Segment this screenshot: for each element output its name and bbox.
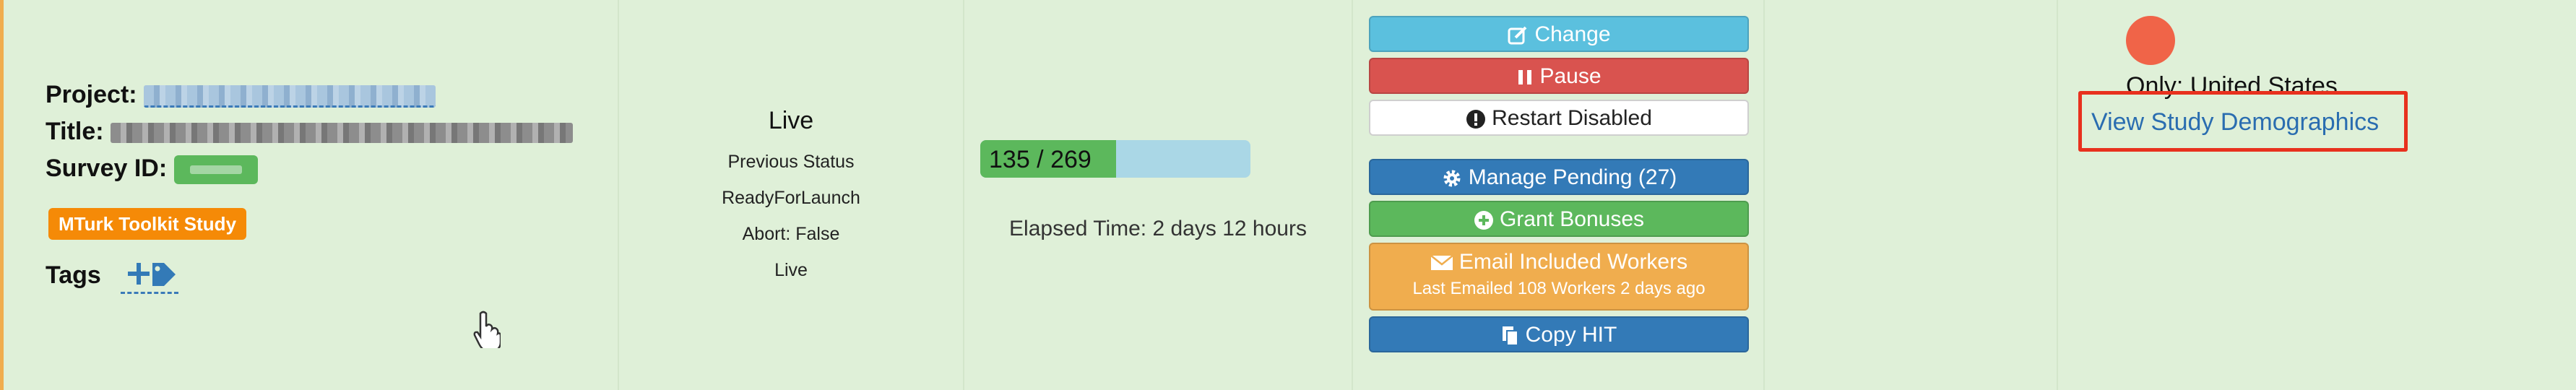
previous-status-label: Previous Status xyxy=(727,152,855,172)
project-label: Project: xyxy=(46,81,137,108)
grant-bonuses-button[interactable]: Grant Bonuses xyxy=(1369,201,1749,237)
title-value-redacted xyxy=(111,123,574,144)
email-workers-button[interactable]: Email Included Workers Last Emailed 108 … xyxy=(1369,243,1749,311)
live-status: Live xyxy=(774,260,808,280)
gear-icon xyxy=(1443,170,1461,187)
survey-line: Survey ID: xyxy=(46,155,258,185)
manage-pending-button[interactable]: Manage Pending (27) xyxy=(1369,159,1749,195)
restart-label: Restart Disabled xyxy=(1492,106,1652,130)
tags-label: Tags xyxy=(46,261,101,289)
change-label: Change xyxy=(1534,22,1611,46)
previous-status-value: ReadyForLaunch xyxy=(722,188,860,208)
edit-icon xyxy=(1508,26,1527,45)
title-line: Title: xyxy=(46,118,574,146)
project-link-redacted[interactable] xyxy=(144,84,436,108)
pause-button[interactable]: Pause xyxy=(1369,58,1749,94)
status-cell: Live Previous Status ReadyForLaunch Abor… xyxy=(619,0,964,390)
project-line: Project: xyxy=(46,81,436,109)
study-row: Project: Title: Survey ID: MTurk Toolkit… xyxy=(0,0,2576,390)
change-button[interactable]: Change xyxy=(1369,16,1749,52)
add-tag-control[interactable] xyxy=(121,259,178,294)
demographics-cell: Only: United States View Study Demograph… xyxy=(2058,0,2576,390)
elapsed-time: Elapsed Time: 2 days 12 hours xyxy=(1009,217,1307,240)
envelope-icon xyxy=(1430,255,1453,271)
survey-label: Survey ID: xyxy=(46,155,168,182)
tags-line: Tags xyxy=(46,261,101,290)
view-demographics-link[interactable]: View Study Demographics xyxy=(2091,108,2379,136)
copy-hit-label: Copy HIT xyxy=(1525,323,1617,347)
add-tag-icon[interactable] xyxy=(121,259,178,292)
restart-disabled-button[interactable]: Restart Disabled xyxy=(1369,100,1749,136)
last-emailed-text: Last Emailed 108 Workers 2 days ago xyxy=(1412,279,1706,298)
hand-cursor-icon xyxy=(473,311,501,348)
status-dot xyxy=(2126,16,2175,65)
copy-hit-button[interactable]: Copy HIT xyxy=(1369,316,1749,352)
survey-id-badge xyxy=(173,155,258,185)
progress-label: 135 / 269 xyxy=(989,146,1092,173)
plus-circle-icon xyxy=(1474,211,1493,230)
study-info-cell: Project: Title: Survey ID: MTurk Toolkit… xyxy=(4,0,619,390)
manage-pending-label: Manage Pending (27) xyxy=(1468,165,1677,189)
completion-progress-bar: 135 / 269 xyxy=(980,140,1250,178)
email-workers-label: Email Included Workers xyxy=(1458,250,1688,274)
mturk-toolkit-badge: MTurk Toolkit Study xyxy=(48,208,247,240)
progress-cell: 135 / 269 Elapsed Time: 2 days 12 hours xyxy=(964,0,1353,390)
pause-icon xyxy=(1518,70,1532,85)
exclamation-circle-icon xyxy=(1466,110,1486,129)
pause-label: Pause xyxy=(1539,64,1602,88)
abort-status: Abort: False xyxy=(742,224,840,244)
actions-cell: Change Pause Restart Disabled Manage Pen… xyxy=(1353,0,1765,390)
title-label: Title: xyxy=(46,118,104,145)
current-status: Live xyxy=(768,107,814,134)
grant-bonuses-label: Grant Bonuses xyxy=(1499,207,1645,231)
copy-icon xyxy=(1502,326,1518,347)
empty-cell xyxy=(1765,0,2058,390)
